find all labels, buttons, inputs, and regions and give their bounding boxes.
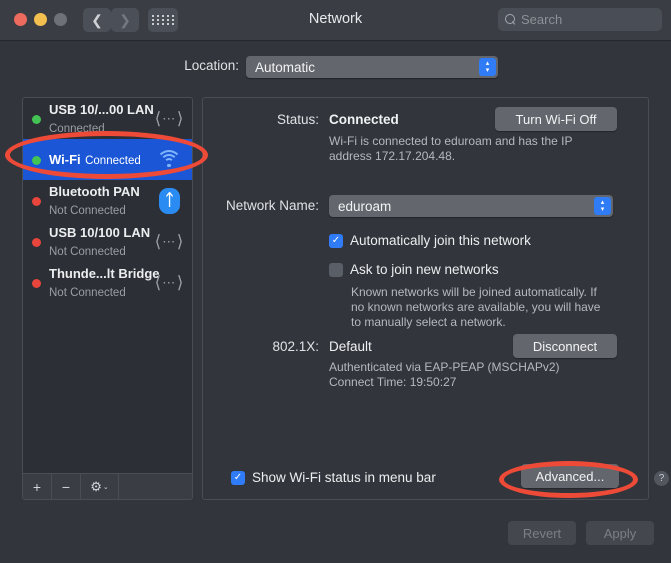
chevron-updown-icon[interactable]: ▴ ▾ [479,58,496,76]
remove-service-button[interactable]: − [52,474,81,499]
network-name-label: Network Name: [225,198,319,213]
sidebar-item-bluetooth-pan[interactable]: Bluetooth PAN Not Connected ᛏ [23,180,192,221]
bluetooth-icon: ᛏ [154,187,184,214]
show-wifi-status-checkbox-row[interactable]: ✓ Show Wi-Fi status in menu bar [231,470,436,485]
chevron-down-glyph: ▾ [600,206,605,213]
dot1x-connect-time: Connect Time: 19:50:27 [329,375,457,389]
disconnect-button[interactable]: Disconnect [513,334,617,358]
plus-icon: + [32,478,42,495]
show-wifi-status-checkbox[interactable]: ✓ [231,471,245,485]
chevron-down-icon: ⌄ [102,483,109,491]
revert-button[interactable]: Revert [508,521,576,545]
search-field[interactable]: Search [498,8,662,31]
sidebar-item-usb-lan-1[interactable]: USB 10/...00 LAN Connected ⟨ ⋯ ⟩ [23,98,192,139]
auto-join-checkbox-row[interactable]: ✓ Automatically join this network [329,233,531,248]
turn-wifi-off-button[interactable]: Turn Wi-Fi Off [495,107,617,131]
location-row: Location: Automatic ▴ ▾ [0,56,671,80]
location-selected-value: Automatic [255,59,316,75]
network-services-sidebar: USB 10/...00 LAN Connected ⟨ ⋯ ⟩ Wi-Fi Con… [22,97,193,500]
add-service-button[interactable]: + [23,474,52,499]
sidebar-toolbar: + − ⚙ ⌄ [23,473,192,499]
dot1x-description: Authenticated via EAP-PEAP (MSCHAPv2) Co… [329,360,609,390]
gear-icon: ⚙ [90,478,102,494]
network-name-selected-value: eduroam [338,198,392,214]
status-dot [32,196,41,206]
location-label: Location: [184,58,239,73]
service-status: Not Connected [49,286,126,299]
service-name: Wi-Fi [49,151,81,167]
network-services-list: USB 10/...00 LAN Connected ⟨ ⋯ ⟩ Wi-Fi Con… [23,98,192,473]
window-titlebar: ❮ ❯ Network Search [0,0,671,41]
sidebar-item-thunderbolt-bridge[interactable]: Thunde...lt Bridge Not Connected ⟨ ⋯ ⟩ [23,262,192,303]
sidebar-item-usb-lan-2[interactable]: USB 10/100 LAN Not Connected ⟨ ⋯ ⟩ [23,221,192,262]
chevron-updown-icon[interactable]: ▴ ▾ [594,197,611,215]
service-name: USB 10/...00 LAN [49,101,154,117]
status-description: Wi-Fi is connected to eduroam and has th… [329,134,573,163]
ask-join-help-text: Known networks will be joined automatica… [351,285,601,329]
status-dot [32,155,41,165]
auto-join-label: Automatically join this network [350,233,531,248]
service-name: Thunde...lt Bridge [49,265,160,281]
location-dropdown[interactable]: Automatic ▴ ▾ [246,56,498,78]
help-button[interactable]: ? [654,471,669,486]
dot1x-label: 802.1X: [272,339,319,354]
sidebar-item-wifi[interactable]: Wi-Fi Connected [23,139,192,180]
wifi-icon [154,147,184,173]
ask-join-checkbox[interactable] [329,263,343,277]
advanced-button[interactable]: Advanced... [521,464,619,488]
status-dot [32,237,41,247]
chevron-up-glyph: ▴ [600,199,605,206]
service-status: Connected [85,154,141,167]
dot1x-value: Default [329,339,372,354]
search-input[interactable]: Search [521,12,562,27]
service-actions-menu-button[interactable]: ⚙ ⌄ [81,474,119,499]
chevron-up-glyph: ▴ [485,60,490,67]
status-value: Connected [329,112,399,127]
chevron-down-glyph: ▾ [485,67,490,74]
sidebar-toolbar-spacer [119,474,192,499]
show-wifi-status-label: Show Wi-Fi status in menu bar [252,470,436,485]
status-dot [32,278,41,288]
apply-button[interactable]: Apply [586,521,654,545]
service-status: Not Connected [49,204,126,217]
service-status: Not Connected [49,245,126,258]
status-dot [32,114,41,124]
network-preferences-window: ❮ ❯ Network Search Location: Automatic ▴… [0,0,671,563]
search-icon [505,14,516,25]
minus-icon: − [61,478,71,495]
ethernet-icon: ⟨ ⋯ ⟩ [154,231,184,251]
wifi-settings-panel: Status: Connected Turn Wi-Fi Off Wi-Fi i… [202,97,649,500]
ethernet-icon: ⟨ ⋯ ⟩ [154,272,184,292]
ask-join-label: Ask to join new networks [350,262,499,277]
network-name-dropdown[interactable]: eduroam ▴ ▾ [329,195,613,217]
auto-join-checkbox[interactable]: ✓ [329,234,343,248]
ethernet-icon: ⟨ ⋯ ⟩ [154,108,184,128]
dot1x-auth-line: Authenticated via EAP-PEAP (MSCHAPv2) [329,360,560,374]
status-label: Status: [276,112,319,127]
service-name: USB 10/100 LAN [49,224,151,240]
service-status: Connected [49,122,105,135]
ask-join-checkbox-row[interactable]: Ask to join new networks [329,262,499,277]
service-name: Bluetooth PAN [49,183,140,199]
